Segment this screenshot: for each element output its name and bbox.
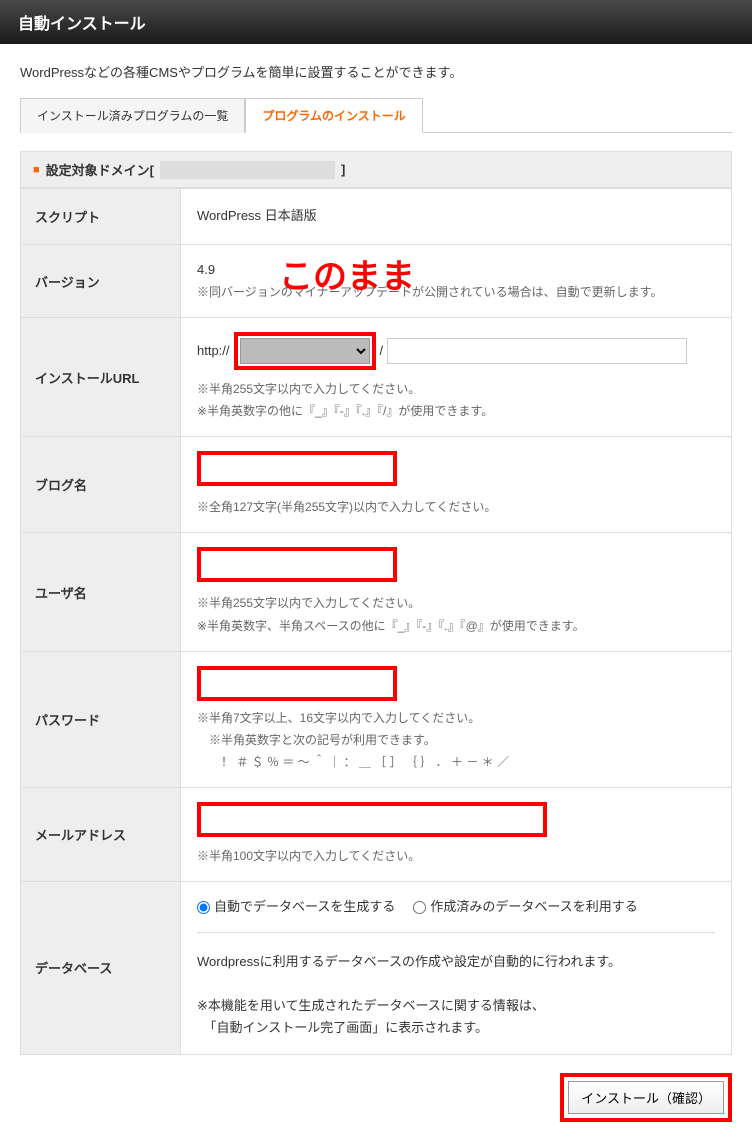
note-url-2: ※半角英数字の他に『_』『-』『.』『/』が使用できます。: [197, 404, 493, 418]
label-user: ユーザ名: [21, 533, 181, 651]
radio-auto-db-label[interactable]: 自動でデータベースを生成する: [197, 896, 395, 918]
label-script: スクリプト: [21, 189, 181, 245]
url-path-input[interactable]: [387, 338, 687, 364]
cell-blog: ※全角127文字(半角255文字)以内で入力してください。: [181, 437, 732, 533]
note-password-2: ※半角英数字と次の記号が利用できます。: [197, 733, 436, 747]
domain-bar: ■ 設定対象ドメイン[ ]: [20, 151, 732, 188]
email-input[interactable]: [197, 802, 547, 837]
domain-value-redacted: [160, 161, 335, 179]
note-url-1: ※半角255文字以内で入力してください。: [197, 382, 420, 396]
cell-email: ※半角100文字以内で入力してください。: [181, 787, 732, 881]
cell-version: 4.9 ※同バージョンのマイナーアップデートが公開されている場合は、自動で更新し…: [181, 245, 732, 318]
settings-table: スクリプト WordPress 日本語版 バージョン 4.9 ※同バージョンのマ…: [20, 188, 732, 1055]
note-version: ※同バージョンのマイナーアップデートが公開されている場合は、自動で更新します。: [197, 285, 662, 299]
label-url: インストールURL: [21, 318, 181, 437]
url-protocol: http://: [197, 340, 230, 362]
domain-select[interactable]: [240, 338, 370, 364]
db-divider: [197, 932, 715, 933]
bullet-icon: ■: [33, 164, 40, 176]
blog-name-input[interactable]: [197, 451, 397, 486]
cell-user: ※半角255文字以内で入力してください。 ※半角英数字、半角スペースの他に『_』…: [181, 533, 732, 651]
username-input[interactable]: [197, 547, 397, 582]
tabs: インストール済みプログラムの一覧 プログラムのインストール: [20, 97, 732, 133]
db-desc-2: ※本機能を用いて生成されたデータベースに関する情報は、: [197, 998, 545, 1013]
radio-existing-db-label[interactable]: 作成済みのデータベースを利用する: [413, 896, 637, 918]
label-email: メールアドレス: [21, 787, 181, 881]
value-script: WordPress 日本語版: [181, 189, 732, 245]
note-blog: ※全角127文字(半角255文字)以内で入力してください。: [197, 500, 496, 514]
page-title: 自動インストール: [18, 16, 146, 33]
label-version: バージョン: [21, 245, 181, 318]
note-password-1: ※半角7文字以上、16文字以内で入力してください。: [197, 711, 480, 725]
highlight-submit: インストール（確認）: [560, 1073, 732, 1122]
cell-url: http:// / ※半角255文字以内で入力してください。 ※半角英数字の他に…: [181, 318, 732, 437]
highlight-domain-select: [234, 332, 376, 370]
label-database: データベース: [21, 882, 181, 1054]
password-input[interactable]: [197, 666, 397, 701]
note-email: ※半角100文字以内で入力してください。: [197, 849, 420, 863]
note-user-2: ※半角英数字、半角スペースの他に『_』『-』『.』『@』が使用できます。: [197, 619, 585, 633]
cell-password: ※半角7文字以上、16文字以内で入力してください。 ※半角英数字と次の記号が利用…: [181, 651, 732, 787]
tab-program-install[interactable]: プログラムのインストール: [245, 98, 422, 133]
page-header: 自動インストール: [0, 0, 752, 44]
label-blog: ブログ名: [21, 437, 181, 533]
intro-text: WordPressなどの各種CMSやプログラムを簡単に設置することができます。: [0, 44, 752, 97]
label-password: パスワード: [21, 651, 181, 787]
submit-row: インストール（確認）: [0, 1073, 752, 1142]
tab-installed-list[interactable]: インストール済みプログラムの一覧: [20, 98, 245, 133]
note-user-1: ※半角255文字以内で入力してください。: [197, 596, 420, 610]
radio-existing-db[interactable]: [413, 901, 426, 914]
value-version: 4.9: [197, 262, 215, 277]
install-confirm-button[interactable]: インストール（確認）: [568, 1081, 724, 1114]
radio-auto-db[interactable]: [197, 901, 210, 914]
db-desc-1: Wordpressに利用するデータベースの作成や設定が自動的に行われます。: [197, 954, 621, 969]
cell-database: 自動でデータベースを生成する 作成済みのデータベースを利用する Wordpres…: [181, 882, 732, 1054]
domain-suffix: ]: [341, 162, 345, 177]
note-password-3: ！ ＃ ＄ ％ ＝ ～ ＾ ｜ ： ＿ ［ ］ ｛ ｝ ． ＋ － ＊ ／: [197, 755, 509, 769]
db-desc-3: 「自動インストール完了画面」に表示されます。: [197, 1020, 488, 1035]
domain-prefix: 設定対象ドメイン[: [46, 160, 154, 179]
url-slash: /: [380, 340, 384, 362]
